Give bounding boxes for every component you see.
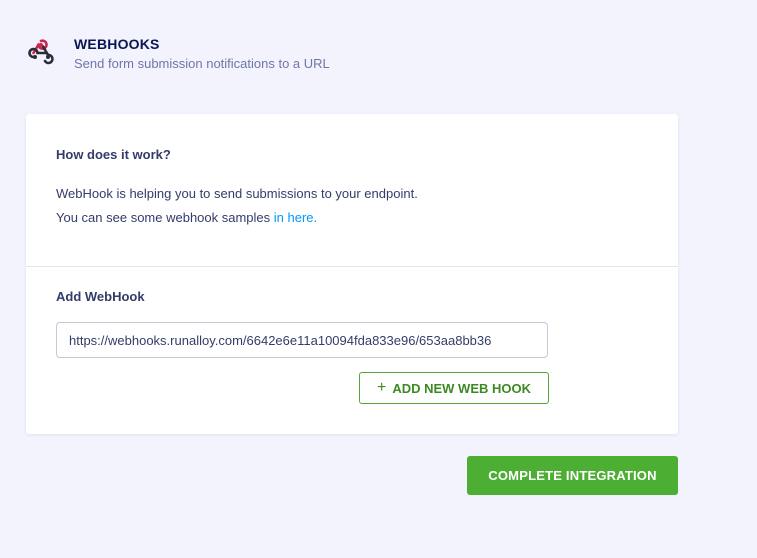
info-line-2: You can see some webhook samples in here… [56, 210, 317, 225]
webhook-card: How does it work? WebHook is helping you… [26, 114, 678, 434]
info-line-2-text: You can see some webhook samples [56, 210, 274, 225]
page-header: WEBHOOKS Send form submission notificati… [26, 36, 330, 71]
info-title: How does it work? [56, 147, 171, 162]
plus-icon: + [376, 379, 387, 396]
webhook-icon [28, 39, 54, 65]
add-webhook-title: Add WebHook [56, 289, 145, 304]
add-new-webhook-label: ADD NEW WEB HOOK [392, 380, 531, 396]
webhook-url-input[interactable] [56, 322, 548, 358]
info-line-1: WebHook is helping you to send submissio… [56, 186, 418, 201]
complete-integration-button[interactable]: COMPLETE INTEGRATION [467, 456, 678, 495]
page-subtitle: Send form submission notifications to a … [74, 56, 330, 71]
samples-link[interactable]: in here. [274, 210, 317, 225]
page-title: WEBHOOKS [74, 36, 160, 52]
add-new-webhook-button[interactable]: + ADD NEW WEB HOOK [359, 372, 549, 404]
info-section: How does it work? WebHook is helping you… [26, 114, 678, 267]
